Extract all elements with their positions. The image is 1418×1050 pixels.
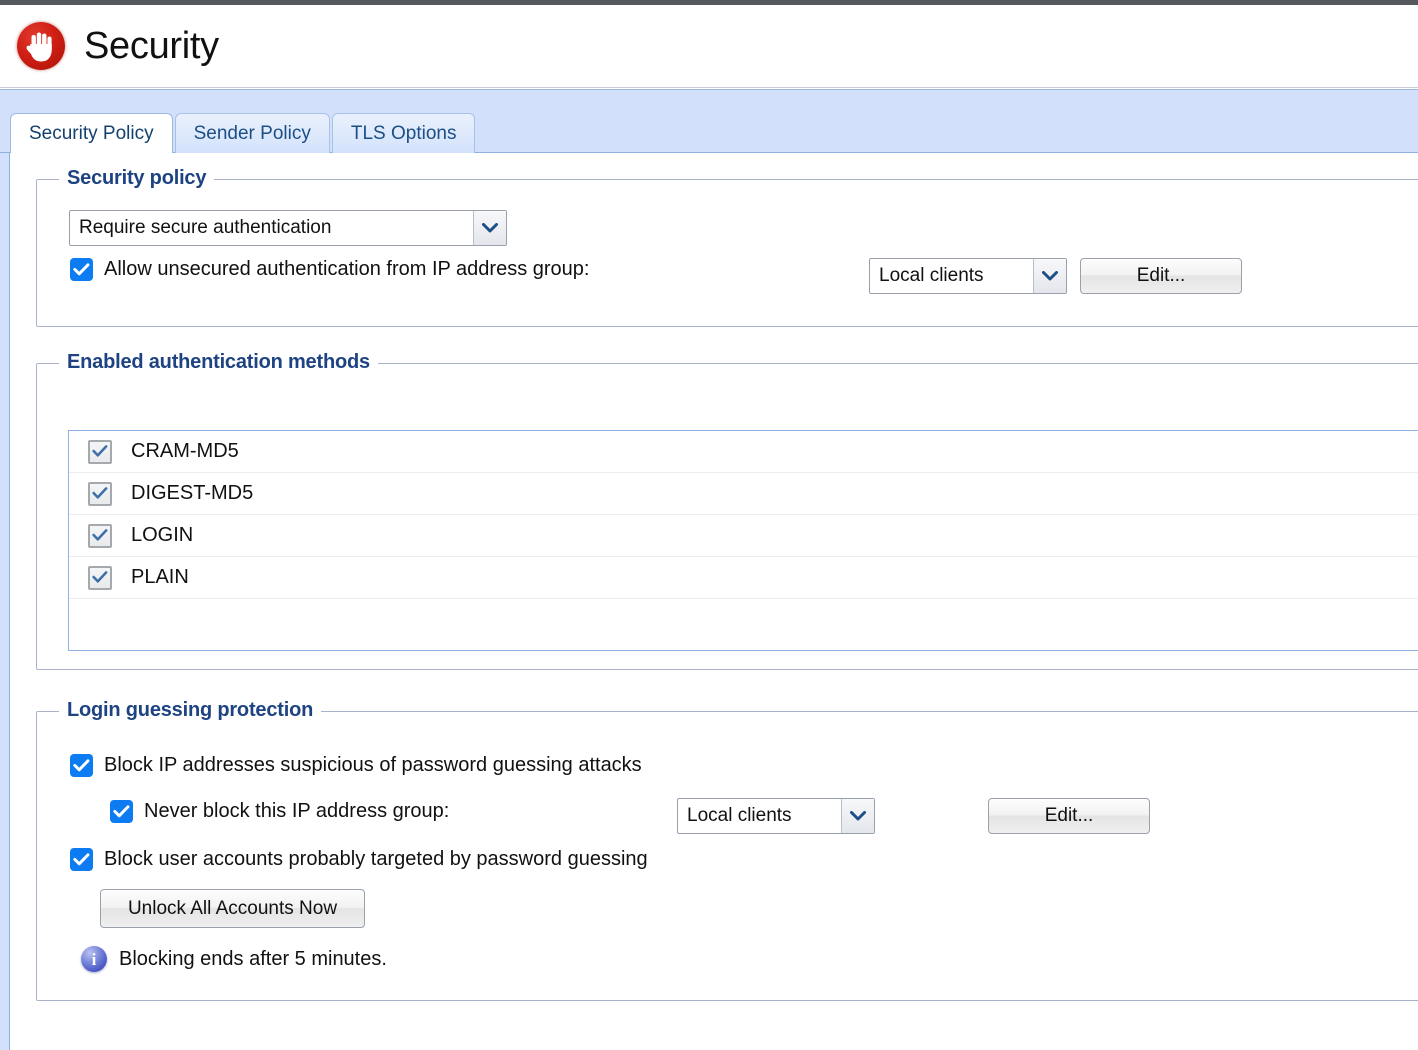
stop-hand-icon: [14, 19, 68, 73]
edit-ip-address-group-button[interactable]: Edit...: [1080, 258, 1242, 294]
tab-security-policy[interactable]: Security Policy: [10, 113, 173, 154]
auth-method-label: LOGIN: [131, 524, 194, 546]
list-item[interactable]: DIGEST-MD5: [69, 473, 1418, 515]
tab-tls-options[interactable]: TLS Options: [331, 113, 476, 153]
auth-methods-legend: Enabled authentication methods: [59, 351, 378, 374]
auth-method-label: CRAM-MD5: [131, 440, 239, 462]
block-ip-checkbox[interactable]: [70, 754, 93, 777]
login-guessing-group: Login guessing protection Block IP addre…: [36, 699, 1418, 1001]
pane-left-rail: [0, 153, 10, 1050]
page-header: Security: [0, 5, 1418, 88]
allow-unsecured-auth-label: Allow unsecured authentication from IP a…: [104, 258, 590, 280]
tab-bar: Security Policy Sender Policy TLS Option…: [0, 89, 1418, 154]
block-ip-row[interactable]: Block IP addresses suspicious of passwor…: [70, 754, 642, 777]
list-item[interactable]: LOGIN: [69, 515, 1418, 557]
auth-method-checkbox[interactable]: [88, 523, 112, 548]
tab-sender-policy-label: Sender Policy: [193, 122, 311, 144]
never-block-row[interactable]: Never block this IP address group:: [110, 800, 449, 823]
tab-tls-options-label: TLS Options: [350, 122, 457, 144]
auth-method-label: PLAIN: [131, 566, 189, 588]
unlock-all-accounts-button[interactable]: Unlock All Accounts Now: [100, 889, 365, 928]
unlock-all-accounts-label: Unlock All Accounts Now: [127, 897, 338, 919]
list-item[interactable]: PLAIN: [69, 557, 1418, 599]
allow-unsecured-auth-row[interactable]: Allow unsecured authentication from IP a…: [70, 258, 589, 281]
auth-method-label: DIGEST-MD5: [131, 482, 254, 504]
blocking-info-row: Blocking ends after 5 minutes.: [81, 946, 387, 972]
info-icon: [81, 946, 107, 972]
never-block-checkbox[interactable]: [110, 800, 133, 823]
never-block-ip-group-select[interactable]: Local clients: [677, 798, 875, 834]
security-settings-window: Security Security Policy Sender Policy T…: [0, 0, 1418, 1050]
never-block-label: Never block this IP address group:: [144, 800, 450, 822]
security-policy-group: Security policy Require secure authentic…: [36, 167, 1418, 327]
ip-address-group-select[interactable]: Local clients: [869, 258, 1067, 294]
block-ip-label: Block IP addresses suspicious of passwor…: [104, 754, 642, 776]
list-item[interactable]: CRAM-MD5: [69, 431, 1418, 473]
block-accounts-row[interactable]: Block user accounts probably targeted by…: [70, 848, 648, 871]
auth-method-checkbox[interactable]: [88, 481, 112, 506]
edit-ip-address-group-label: Edit...: [1136, 265, 1186, 286]
auth-method-checkbox[interactable]: [88, 439, 112, 464]
allow-unsecured-auth-checkbox[interactable]: [70, 258, 93, 281]
never-block-ip-group-select-value: Local clients: [687, 805, 792, 826]
edit-never-block-group-button[interactable]: Edit...: [988, 798, 1150, 834]
login-guessing-legend: Login guessing protection: [59, 699, 322, 722]
block-accounts-checkbox[interactable]: [70, 848, 93, 871]
auth-methods-group: Enabled authentication methods CRAM-MD5 …: [36, 351, 1418, 670]
auth-method-checkbox[interactable]: [88, 565, 112, 590]
blocking-info-text: Blocking ends after 5 minutes.: [119, 947, 387, 970]
security-policy-select-value: Require secure authentication: [79, 217, 332, 238]
security-policy-select[interactable]: Require secure authentication: [69, 210, 507, 246]
tab-security-policy-label: Security Policy: [29, 122, 154, 144]
security-policy-legend: Security policy: [59, 167, 215, 190]
chevron-down-icon[interactable]: [841, 799, 874, 833]
edit-never-block-group-label: Edit...: [1044, 805, 1094, 826]
ip-address-group-select-value: Local clients: [879, 265, 984, 286]
tab-content-pane: Security policy Require secure authentic…: [0, 153, 1418, 1050]
auth-methods-listbox[interactable]: CRAM-MD5 DIGEST-MD5 LOGIN PLAIN: [68, 430, 1418, 651]
chevron-down-icon[interactable]: [1033, 259, 1066, 293]
block-accounts-label: Block user accounts probably targeted by…: [104, 848, 648, 870]
tab-sender-policy[interactable]: Sender Policy: [174, 113, 330, 153]
page-title: Security: [84, 25, 219, 67]
chevron-down-icon[interactable]: [473, 211, 506, 245]
listbox-empty-area: [69, 599, 1418, 650]
